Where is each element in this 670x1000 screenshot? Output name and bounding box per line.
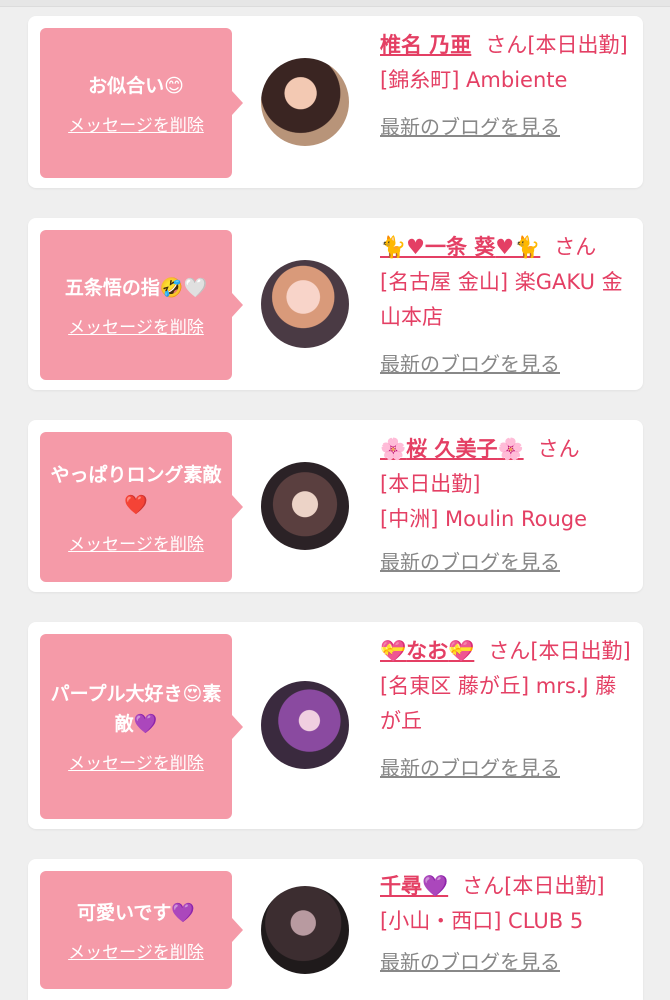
shift-status: [本日出勤]	[380, 472, 481, 496]
honorific: さん	[554, 235, 597, 259]
message-bubble: 五条悟の指🤣🤍 メッセージを削除	[40, 230, 243, 380]
message-card: 可愛いです💜 メッセージを削除 千尋💜 さん[本日出勤] [小山・西口] CLUB…	[28, 859, 643, 1000]
honorific: さん	[485, 33, 528, 57]
honorific: さん	[488, 639, 531, 663]
message-bubble: お似合い😊 メッセージを削除	[40, 28, 243, 178]
avatar[interactable]	[261, 462, 349, 550]
latest-blog-link[interactable]: 最新のブログを見る	[380, 115, 560, 139]
shop-info: [中洲] Moulin Rouge	[380, 507, 588, 531]
profile-name-link[interactable]: 🐈♥一条 葵♥🐈	[380, 235, 540, 259]
honorific: さん	[462, 874, 505, 898]
message-text: 五条悟の指🤣🤍	[64, 276, 208, 299]
message-text: 可愛いです💜	[76, 901, 196, 924]
shift-status: [本日出勤]	[527, 33, 628, 57]
message-bubble: パープル大好き😍素敵💜 メッセージを削除	[40, 634, 243, 819]
message-bubble: やっぱりロング素敵❤️ メッセージを削除	[40, 432, 243, 582]
delete-message-link[interactable]: メッセージを削除	[68, 530, 204, 555]
profile-name-link[interactable]: 千尋💜	[380, 874, 448, 898]
avatar[interactable]	[261, 886, 349, 974]
message-card: 五条悟の指🤣🤍 メッセージを削除 🐈♥一条 葵♥🐈 さん [名古屋 金山] 楽GA…	[28, 218, 643, 390]
message-card: お似合い😊 メッセージを削除 椎名 乃亜 さん[本日出勤] [錦糸町] Ambie…	[28, 16, 643, 188]
shop-info: [錦糸町] Ambiente	[380, 68, 568, 92]
avatar[interactable]	[261, 260, 349, 348]
message-card: パープル大好き😍素敵💜 メッセージを削除 💝なお💝 さん[本日出勤] [名東区 藤…	[28, 622, 643, 829]
message-card: やっぱりロング素敵❤️ メッセージを削除 🌸桜 久美子🌸 さん [本日出勤] [中…	[28, 420, 643, 592]
profile-name-link[interactable]: 椎名 乃亜	[380, 33, 471, 57]
latest-blog-link[interactable]: 最新のブログを見る	[380, 756, 560, 780]
delete-message-link[interactable]: メッセージを削除	[68, 111, 204, 136]
delete-message-link[interactable]: メッセージを削除	[68, 938, 204, 963]
profile-info: 🌸桜 久美子🌸 さん [本日出勤] [中洲] Moulin Rouge 最新のブロ…	[380, 432, 632, 580]
profile-info: 💝なお💝 さん[本日出勤] [名東区 藤が丘] mrs.J 藤が丘 最新のブログを…	[380, 634, 632, 786]
profile-info: 千尋💜 さん[本日出勤] [小山・西口] CLUB 5 最新のブログを見る	[380, 869, 632, 980]
shop-info: [小山・西口] CLUB 5	[380, 909, 584, 933]
avatar[interactable]	[261, 681, 349, 769]
latest-blog-link[interactable]: 最新のブログを見る	[380, 352, 560, 376]
shift-status: [本日出勤]	[530, 639, 631, 663]
delete-message-link[interactable]: メッセージを削除	[68, 313, 204, 338]
latest-blog-link[interactable]: 最新のブログを見る	[380, 950, 560, 974]
profile-info: 椎名 乃亜 さん[本日出勤] [錦糸町] Ambiente 最新のブログを見る	[380, 28, 632, 145]
honorific: さん	[537, 437, 580, 461]
message-text: お似合い😊	[88, 74, 184, 97]
delete-message-link[interactable]: メッセージを削除	[68, 749, 204, 774]
shift-status: [本日出勤]	[504, 874, 605, 898]
message-text: パープル大好き😍素敵💜	[50, 683, 222, 735]
avatar[interactable]	[261, 58, 349, 146]
latest-blog-link[interactable]: 最新のブログを見る	[380, 550, 560, 574]
profile-info: 🐈♥一条 葵♥🐈 さん [名古屋 金山] 楽GAKU 金山本店 最新のブログを見る	[380, 230, 632, 382]
shop-info: [名東区 藤が丘] mrs.J 藤が丘	[380, 674, 617, 733]
profile-name-link[interactable]: 🌸桜 久美子🌸	[380, 437, 524, 461]
shop-info: [名古屋 金山] 楽GAKU 金山本店	[380, 270, 623, 329]
profile-name-link[interactable]: 💝なお💝	[380, 639, 474, 663]
message-text: やっぱりロング素敵❤️	[50, 463, 222, 516]
top-divider	[0, 0, 670, 7]
message-bubble: 可愛いです💜 メッセージを削除	[40, 871, 243, 989]
